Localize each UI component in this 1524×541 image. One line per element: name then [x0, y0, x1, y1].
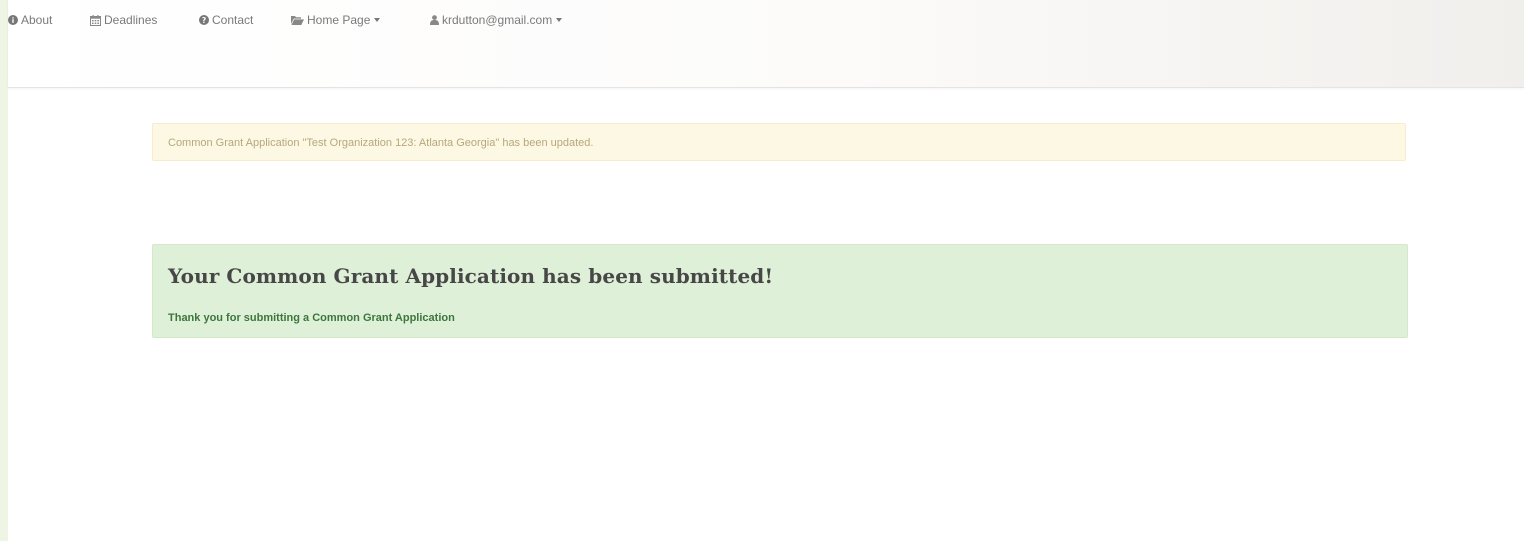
nav-user-dropdown[interactable]: krdutton@gmail.com: [430, 11, 563, 29]
nav-contact-link[interactable]: ? Contact: [199, 11, 253, 29]
nav-user-label: krdutton@gmail.com: [442, 13, 553, 27]
svg-text:?: ?: [202, 16, 206, 25]
success-title: Your Common Grant Application has been s…: [168, 264, 774, 288]
info-circle-icon: [8, 15, 18, 25]
nav-home-page-dropdown[interactable]: Home Page: [291, 11, 381, 29]
nav-about-link[interactable]: About: [8, 11, 52, 29]
success-message: Thank you for submitting a Common Grant …: [168, 312, 455, 324]
nav-deadlines-label: Deadlines: [104, 13, 158, 27]
chevron-down-icon: [374, 18, 381, 22]
nav-deadlines-link[interactable]: Deadlines: [90, 11, 157, 29]
update-notice-alert: Common Grant Application "Test Organizat…: [152, 123, 1406, 161]
nav-contact-label: Contact: [212, 13, 254, 27]
top-navbar: About Deadlines ? Contact Home Page krdu…: [8, 0, 1524, 88]
nav-home-page-label: Home Page: [307, 13, 371, 27]
submission-success-alert: Your Common Grant Application has been s…: [152, 244, 1408, 338]
nav-about-label: About: [21, 13, 53, 27]
calendar-icon: [90, 14, 101, 26]
chevron-down-icon: [556, 18, 563, 22]
user-icon: [430, 15, 439, 25]
update-notice-text: Common Grant Application "Test Organizat…: [168, 137, 594, 149]
question-circle-icon: ?: [199, 15, 209, 25]
folder-open-icon: [291, 15, 304, 25]
page-container: About Deadlines ? Contact Home Page krdu…: [8, 0, 1524, 541]
